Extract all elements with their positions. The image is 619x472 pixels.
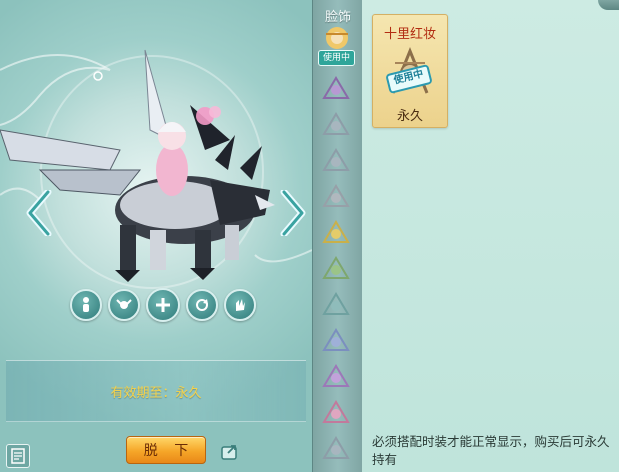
face-accessory-thumb[interactable]	[320, 326, 352, 354]
face-accessory-thumb[interactable]	[320, 362, 352, 390]
stand-pose-button[interactable]	[70, 289, 102, 321]
expiry-bar: 有效期至：永久	[6, 360, 306, 422]
face-accessory-thumb[interactable]	[320, 74, 352, 102]
add-button[interactable]	[146, 288, 180, 322]
face-accessory-thumb[interactable]	[320, 182, 352, 210]
face-accessory-thumb[interactable]	[320, 110, 352, 138]
equip-notice-text: 必须搭配时装才能正常显示，购买后可永久持有	[372, 434, 610, 467]
notepad-icon[interactable]	[6, 444, 30, 468]
rotate-icon	[196, 299, 208, 311]
face-accessory-thumb[interactable]	[320, 146, 352, 174]
face-accessory-thumb-active	[326, 27, 348, 49]
preview-action-row	[70, 288, 260, 322]
item-grid-panel: 十里红妆 使用中 永久	[362, 0, 619, 472]
take-off-button[interactable]: 脱 下	[126, 436, 206, 464]
person-icon	[83, 297, 89, 312]
in-use-badge-small: 使用中	[318, 50, 355, 66]
hand-wave-icon	[236, 299, 245, 311]
face-accessory-thumb[interactable]	[320, 218, 352, 246]
mount-character-illustration	[0, 49, 275, 282]
character-preview-panel: 有效期至：永久 脱 下	[0, 0, 312, 472]
item-name: 十里红妆	[383, 27, 436, 42]
face-accessory-thumb[interactable]	[320, 254, 352, 282]
face-accessory-thumb[interactable]	[320, 290, 352, 318]
item-duration: 永久	[396, 109, 423, 124]
expiry-text: 有效期至：永久	[110, 386, 202, 401]
face-accessory-thumb[interactable]	[320, 434, 352, 462]
rotate-view-button[interactable]	[186, 289, 218, 321]
emote-button[interactable]	[224, 289, 256, 321]
rotate-left-arrow-icon[interactable]	[26, 190, 54, 236]
face-accessory-thumb[interactable]	[320, 398, 352, 426]
plus-icon	[156, 298, 170, 312]
action-pose-button[interactable]	[108, 289, 140, 321]
rotate-right-arrow-icon[interactable]	[278, 190, 306, 236]
cheer-icon	[116, 299, 132, 309]
share-icon[interactable]	[220, 442, 240, 462]
item-card[interactable]: 十里红妆 使用中 永久	[372, 14, 448, 128]
